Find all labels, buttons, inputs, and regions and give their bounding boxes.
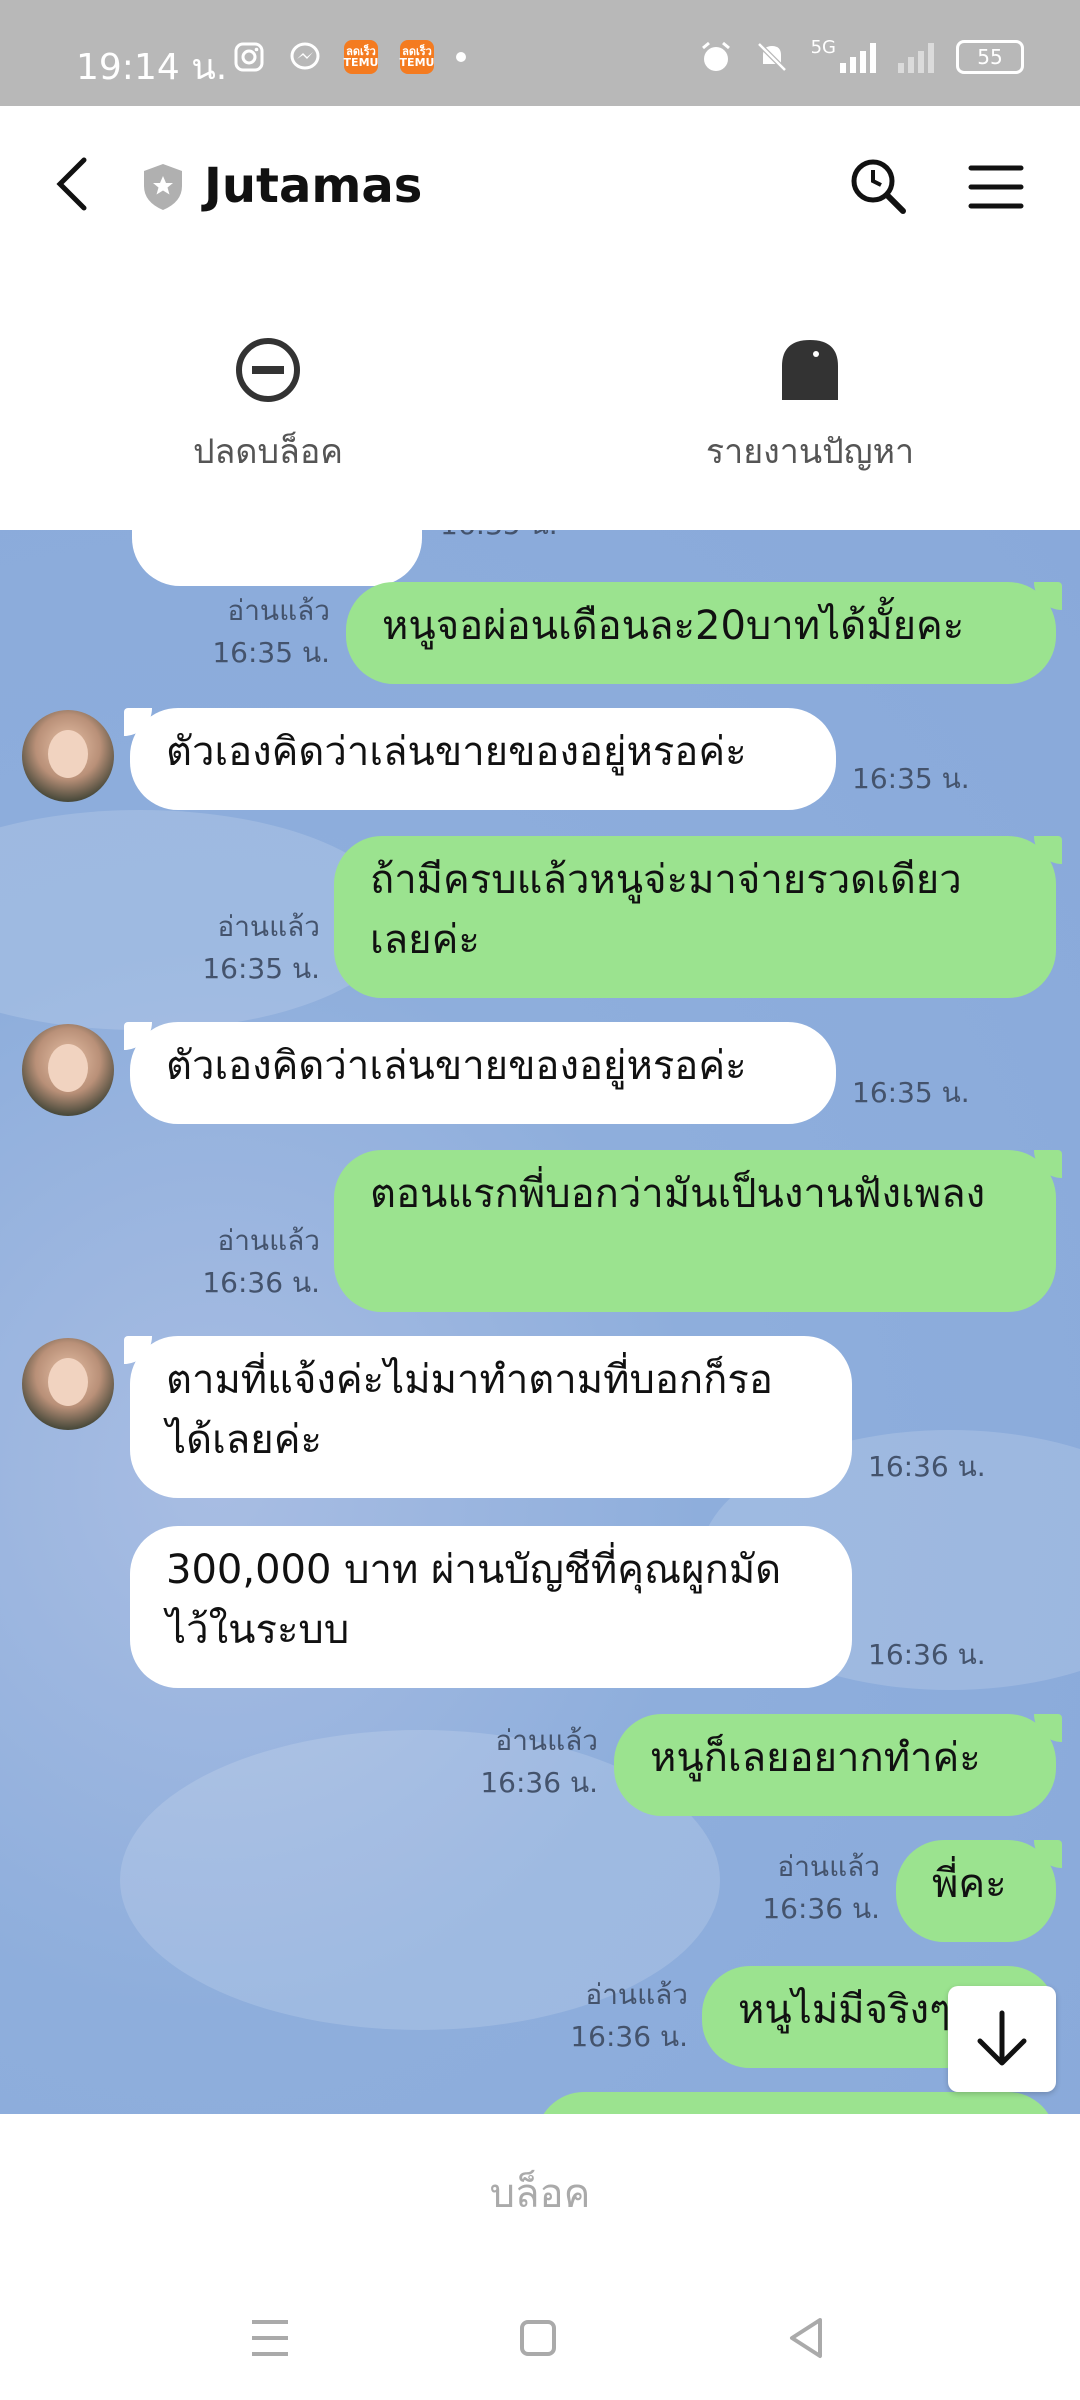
instagram-icon bbox=[232, 40, 266, 74]
signal-icon bbox=[840, 41, 876, 73]
avatar[interactable] bbox=[22, 710, 114, 802]
alarm-icon bbox=[701, 41, 730, 71]
shield-icon bbox=[144, 164, 182, 210]
message-time-partial: 16:35 น. bbox=[440, 530, 558, 546]
temu-icon: ลดเร็ว TEMU bbox=[400, 40, 434, 74]
unblock-label: ปลดบล็อค bbox=[192, 432, 344, 472]
battery-icon: 55 bbox=[956, 40, 1024, 74]
message-read-status: อ่านแล้ว 16:36 น. bbox=[570, 1978, 688, 2053]
temu-icon: ลดเร็ว TEMU bbox=[344, 40, 378, 74]
message-bubble-partial[interactable] bbox=[536, 2092, 1056, 2114]
avatar[interactable] bbox=[22, 1338, 114, 1430]
report-icon bbox=[782, 340, 838, 400]
menu-icon[interactable] bbox=[968, 164, 1024, 210]
search-icon[interactable] bbox=[848, 156, 908, 216]
messenger-icon bbox=[288, 40, 322, 74]
unblock-button[interactable]: ปลดบล็อค bbox=[118, 336, 418, 478]
message-read-status: อ่านแล้ว 16:36 น. bbox=[202, 1224, 320, 1299]
message-read-status: อ่านแล้ว 16:36 น. bbox=[762, 1850, 880, 1925]
back-nav-icon[interactable] bbox=[782, 2314, 830, 2362]
message-time: 16:36 น. bbox=[868, 1450, 986, 1483]
message-bubble-received[interactable]: ตัวเองคิดว่าเล่นขายของอยู่หรอค่ะ bbox=[124, 1022, 836, 1124]
system-icons: 5G 55 bbox=[699, 36, 1024, 74]
signal-icon-sim2 bbox=[898, 41, 934, 73]
blocked-actions: ปลดบล็อค รายงานปัญหา bbox=[0, 276, 1080, 530]
message-bubble-sent[interactable]: หนูจอผ่อนเดือนละ20บาทได้มั้ยคะ bbox=[346, 582, 1062, 684]
scroll-to-bottom-button[interactable] bbox=[948, 1986, 1056, 2092]
chat-area[interactable]: 16:35 น. อ่านแล้ว16:35 น. หนูจอผ่อนเดือน… bbox=[0, 530, 1080, 2114]
blocked-footer: บล็อค bbox=[0, 2114, 1080, 2274]
message-bubble-sent[interactable]: พี่คะ bbox=[896, 1840, 1062, 1942]
message-bubble-partial[interactable] bbox=[132, 530, 422, 586]
arrow-down-icon bbox=[977, 2010, 1027, 2066]
message-time: 16:35 น. bbox=[852, 1076, 970, 1109]
message-read-status: อ่านแล้ว 16:35 น. bbox=[202, 910, 320, 985]
report-button[interactable]: รายงานปัญหา bbox=[660, 336, 960, 478]
block-label: บล็อค bbox=[489, 2171, 591, 2217]
unblock-icon bbox=[236, 338, 300, 402]
status-time: 19:14 น. bbox=[76, 47, 228, 88]
home-icon[interactable] bbox=[514, 2314, 562, 2362]
message-read-status: อ่านแล้ว 16:36 น. bbox=[480, 1724, 598, 1799]
notification-icons: ลดเร็ว TEMU ลดเร็ว TEMU bbox=[232, 40, 466, 74]
message-bubble-sent[interactable]: หนูก็เลยอยากทำค่ะ bbox=[614, 1714, 1062, 1816]
report-label: รายงานปัญหา bbox=[705, 432, 915, 472]
message-time: 16:35 น. bbox=[852, 762, 970, 795]
message-bubble-sent[interactable]: ถ้ามีครบแล้วหนูจ่ะมาจ่ายรวดเดียวเลยค่ะ bbox=[334, 836, 1062, 998]
back-icon[interactable] bbox=[52, 154, 92, 214]
contact-name[interactable]: Jutamas bbox=[204, 158, 422, 214]
message-bubble-received[interactable]: ตัวเองคิดว่าเล่นขายของอยู่หรอค่ะ bbox=[124, 708, 836, 810]
status-bar: 19:14 น. ลดเร็ว TEMU ลดเร็ว TEMU 5G 55 bbox=[0, 0, 1080, 106]
mute-icon bbox=[756, 42, 787, 72]
message-bubble-sent[interactable]: ตอนแรกพี่บอกว่ามันเป็นงานฟังเพลง bbox=[334, 1150, 1062, 1312]
system-nav-bar bbox=[0, 2274, 1080, 2400]
message-bubble-received[interactable]: 300,000 บาท ผ่านบัญชีที่คุณผูกมัดไว้ในระ… bbox=[130, 1526, 852, 1688]
avatar[interactable] bbox=[22, 1024, 114, 1116]
message-read-status: อ่านแล้ว 16:35 น. bbox=[212, 594, 330, 669]
message-time: 16:36 น. bbox=[868, 1638, 986, 1671]
chat-header: Jutamas bbox=[0, 106, 1080, 276]
network-type: 5G bbox=[810, 36, 836, 58]
more-notifications-dot bbox=[456, 52, 466, 62]
recent-apps-icon[interactable] bbox=[246, 2314, 294, 2362]
message-bubble-received[interactable]: ตามที่แจ้งค่ะไม่มาทำตามที่บอกก็รอได้เลยค… bbox=[124, 1336, 852, 1498]
